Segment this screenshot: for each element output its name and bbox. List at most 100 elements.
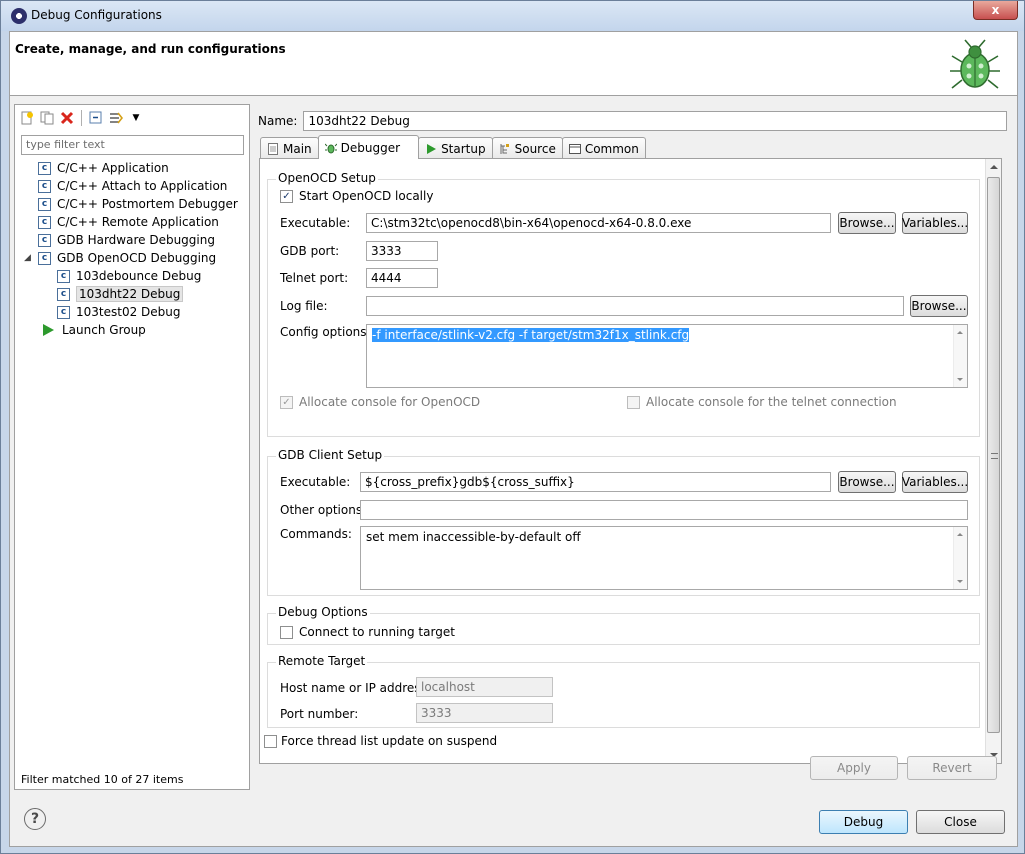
port-number-input[interactable]: 3333 xyxy=(416,703,553,723)
source-tab-icon xyxy=(500,143,509,154)
debug-button[interactable]: Debug xyxy=(819,810,908,834)
window-title: Debug Configurations xyxy=(31,8,162,22)
openocd-setup-group: OpenOCD Setup Start OpenOCD locally Exec… xyxy=(267,171,980,437)
c-config-icon: c xyxy=(38,197,51,211)
filter-input[interactable]: type filter text xyxy=(21,135,244,155)
tab-source[interactable]: Source xyxy=(491,137,563,159)
config-options-textarea[interactable]: -f interface/stlink-v2.cfg -f target/stm… xyxy=(366,324,968,388)
grip-icon xyxy=(991,453,998,459)
name-row: Name: 103dht22 Debug xyxy=(258,110,1008,132)
log-file-input[interactable] xyxy=(366,296,904,316)
force-thread-update-label: Force thread list update on suspend xyxy=(281,734,498,748)
config-options-scrollbar[interactable] xyxy=(953,325,967,387)
tab-label: Debugger xyxy=(340,140,401,155)
c-config-icon: c xyxy=(57,305,70,319)
tree-item-gdb-hardware[interactable]: c GDB Hardware Debugging xyxy=(15,231,249,249)
openocd-executable-label: Executable: xyxy=(280,216,351,230)
expand-arrow-icon[interactable]: ◢ xyxy=(24,253,36,263)
tree-item-label: C/C++ Remote Application xyxy=(57,215,219,229)
port-number-label: Port number: xyxy=(280,707,359,721)
openocd-executable-input[interactable]: C:\stm32tc\openocd8\bin-x64\openocd-x64-… xyxy=(366,213,831,233)
tree-item-label: C/C++ Attach to Application xyxy=(57,179,228,193)
tree-item-103dht22[interactable]: c 103dht22 Debug xyxy=(15,285,249,303)
c-config-icon: c xyxy=(57,287,70,301)
window-close-button[interactable]: x xyxy=(973,1,1018,20)
other-options-label: Other options: xyxy=(280,503,367,517)
scrollbar-thumb[interactable] xyxy=(987,177,1000,733)
scroll-up-icon[interactable] xyxy=(957,331,963,334)
tree-item-103test02[interactable]: c 103test02 Debug xyxy=(15,303,249,321)
collapse-all-icon[interactable] xyxy=(88,110,104,126)
tree-item-cpp-application[interactable]: c C/C++ Application xyxy=(15,159,249,177)
debugger-tab-content: OpenOCD Setup Start OpenOCD locally Exec… xyxy=(259,158,1002,764)
tab-debugger[interactable]: Debugger xyxy=(317,135,420,159)
tree-item-label: 103test02 Debug xyxy=(76,305,181,319)
config-options-text: -f interface/stlink-v2.cfg -f target/stm… xyxy=(372,328,690,342)
gdb-executable-input[interactable]: ${cross_prefix}gdb${cross_suffix} xyxy=(360,472,831,492)
tree-item-label: 103dht22 Debug xyxy=(76,286,184,302)
apply-button[interactable]: Apply xyxy=(810,756,898,780)
toolbar-separator xyxy=(81,110,82,126)
host-input[interactable]: localhost xyxy=(416,677,553,697)
allocate-console-openocd-checkbox[interactable] xyxy=(280,396,293,409)
name-input[interactable]: 103dht22 Debug xyxy=(303,111,1008,131)
tree-item-launch-group[interactable]: Launch Group xyxy=(15,321,249,339)
gdb-variables-button[interactable]: Variables... xyxy=(902,471,968,493)
start-openocd-label: Start OpenOCD locally xyxy=(299,189,434,203)
filter-status: Filter matched 10 of 27 items xyxy=(21,773,184,786)
tree-item-cpp-postmortem[interactable]: c C/C++ Postmortem Debugger xyxy=(15,195,249,213)
commands-scrollbar[interactable] xyxy=(953,527,967,589)
dialog-header: Create, manage, and run configurations xyxy=(10,32,1017,96)
allocate-console-telnet-label: Allocate console for the telnet connecti… xyxy=(646,395,897,409)
scroll-up-icon[interactable] xyxy=(990,165,998,169)
new-config-icon[interactable] xyxy=(19,110,35,126)
openocd-setup-title: OpenOCD Setup xyxy=(276,171,378,185)
delete-config-icon[interactable] xyxy=(59,110,75,126)
filter-configs-icon[interactable] xyxy=(108,110,124,126)
openocd-variables-button[interactable]: Variables... xyxy=(902,212,968,234)
allocate-console-telnet-checkbox[interactable] xyxy=(627,396,640,409)
tree-item-label: 103debounce Debug xyxy=(76,269,202,283)
tab-main[interactable]: Main xyxy=(260,137,319,159)
start-openocd-checkbox[interactable] xyxy=(280,190,293,203)
dialog-body: Create, manage, and run configurations ▼… xyxy=(9,31,1018,847)
tree-item-cpp-attach[interactable]: c C/C++ Attach to Application xyxy=(15,177,249,195)
close-button[interactable]: Close xyxy=(916,810,1005,834)
tab-vertical-scrollbar[interactable] xyxy=(985,159,1001,763)
tree-item-103debounce[interactable]: c 103debounce Debug xyxy=(15,267,249,285)
debug-configurations-window: Debug Configurations x Create, manage, a… xyxy=(0,0,1025,854)
tree-item-gdb-openocd[interactable]: ◢ c GDB OpenOCD Debugging xyxy=(15,249,249,267)
c-config-icon: c xyxy=(57,269,70,283)
duplicate-config-icon[interactable] xyxy=(39,110,55,126)
tree-item-label: C/C++ Application xyxy=(57,161,169,175)
gdb-client-setup-title: GDB Client Setup xyxy=(276,448,385,462)
scroll-down-icon[interactable] xyxy=(957,580,963,583)
allocate-console-openocd-label: Allocate console for OpenOCD xyxy=(299,395,481,409)
startup-tab-icon xyxy=(427,143,437,154)
c-config-icon: c xyxy=(38,233,51,247)
scroll-down-icon[interactable] xyxy=(957,378,963,381)
tab-common[interactable]: Common xyxy=(561,137,646,159)
configuration-tree: c C/C++ Application c C/C++ Attach to Ap… xyxy=(15,159,249,339)
view-menu-chevron-down-icon[interactable]: ▼ xyxy=(128,110,144,126)
log-file-browse-button[interactable]: Browse... xyxy=(910,295,968,317)
telnet-port-input[interactable]: 4444 xyxy=(366,268,438,288)
connect-running-target-checkbox[interactable] xyxy=(280,626,293,639)
help-icon[interactable]: ? xyxy=(24,808,46,830)
name-label: Name: xyxy=(258,114,298,128)
common-tab-icon xyxy=(568,143,581,154)
openocd-browse-button[interactable]: Browse... xyxy=(838,212,896,234)
other-options-input[interactable] xyxy=(360,500,968,520)
gdb-port-input[interactable]: 3333 xyxy=(366,241,438,261)
gdb-browse-button[interactable]: Browse... xyxy=(838,471,896,493)
revert-button[interactable]: Revert xyxy=(907,756,997,780)
gdb-client-setup-group: GDB Client Setup Executable: ${cross_pre… xyxy=(267,448,980,596)
tree-item-cpp-remote[interactable]: c C/C++ Remote Application xyxy=(15,213,249,231)
scroll-up-icon[interactable] xyxy=(957,533,963,536)
tab-startup[interactable]: Startup xyxy=(418,137,493,159)
log-file-label: Log file: xyxy=(280,299,328,313)
commands-textarea[interactable]: set mem inaccessible-by-default off xyxy=(360,526,968,590)
tab-label: Main xyxy=(283,141,312,156)
commands-text: set mem inaccessible-by-default off xyxy=(366,530,581,544)
force-thread-update-checkbox[interactable] xyxy=(264,735,277,748)
